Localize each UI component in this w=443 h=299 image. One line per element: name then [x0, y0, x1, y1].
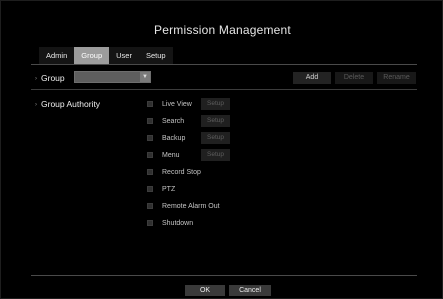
cancel-button[interactable]: Cancel — [229, 285, 271, 296]
tab-divider — [31, 64, 417, 65]
search-setup-button[interactable]: Setup — [201, 115, 230, 127]
tab-group[interactable]: Group — [74, 47, 110, 64]
perm-search[interactable]: Search — [147, 115, 184, 127]
shutdown-label: Shutdown — [162, 219, 194, 227]
bullet-icon: › — [35, 102, 37, 108]
section-divider — [31, 89, 417, 90]
search-checkbox[interactable] — [147, 118, 153, 124]
record-stop-label: Record Stop — [162, 168, 201, 176]
ptz-checkbox[interactable] — [147, 186, 153, 192]
perm-remote-alarm-out[interactable]: Remote Alarm Out — [147, 200, 220, 212]
rename-button[interactable]: Rename — [377, 72, 416, 84]
group-label: Group — [41, 73, 65, 83]
tab-setup[interactable]: Setup — [138, 47, 173, 64]
tab-bar: Admin Group User Setup — [39, 47, 173, 64]
record-stop-checkbox[interactable] — [147, 169, 153, 175]
live-view-setup-button[interactable]: Setup — [201, 98, 230, 110]
permission-management-dialog: Permission Management Admin Group User S… — [0, 0, 443, 299]
live-view-checkbox[interactable] — [147, 101, 153, 107]
remote-alarm-out-checkbox[interactable] — [147, 203, 153, 209]
tab-user[interactable]: User — [109, 47, 139, 64]
shutdown-checkbox[interactable] — [147, 220, 153, 226]
perm-menu[interactable]: Menu — [147, 149, 180, 161]
backup-setup-button[interactable]: Setup — [201, 132, 230, 144]
dialog-title: Permission Management — [154, 23, 291, 37]
perm-record-stop[interactable]: Record Stop — [147, 166, 201, 178]
ptz-label: PTZ — [162, 185, 176, 193]
live-view-label: Live View — [162, 100, 192, 108]
chevron-down-icon[interactable]: ▼ — [140, 72, 150, 82]
group-authority-row-label: › Group Authority — [35, 99, 100, 109]
perm-shutdown[interactable]: Shutdown — [147, 217, 193, 229]
menu-setup-button[interactable]: Setup — [201, 149, 230, 161]
ok-button[interactable]: OK — [185, 285, 225, 296]
perm-ptz[interactable]: PTZ — [147, 183, 175, 195]
group-select[interactable]: ▼ — [74, 71, 151, 83]
group-row-label: › Group — [35, 73, 65, 83]
add-button[interactable]: Add — [293, 72, 331, 84]
backup-checkbox[interactable] — [147, 135, 153, 141]
group-authority-label: Group Authority — [41, 99, 101, 109]
perm-backup[interactable]: Backup — [147, 132, 185, 144]
footer-divider — [31, 275, 417, 276]
delete-button[interactable]: Delete — [335, 72, 373, 84]
remote-alarm-out-label: Remote Alarm Out — [162, 202, 220, 210]
tab-admin[interactable]: Admin — [39, 47, 75, 64]
backup-label: Backup — [162, 134, 186, 142]
menu-label: Menu — [162, 151, 180, 159]
search-label: Search — [162, 117, 185, 125]
bullet-icon: › — [35, 76, 37, 82]
perm-live-view[interactable]: Live View — [147, 98, 192, 110]
menu-checkbox[interactable] — [147, 152, 153, 158]
